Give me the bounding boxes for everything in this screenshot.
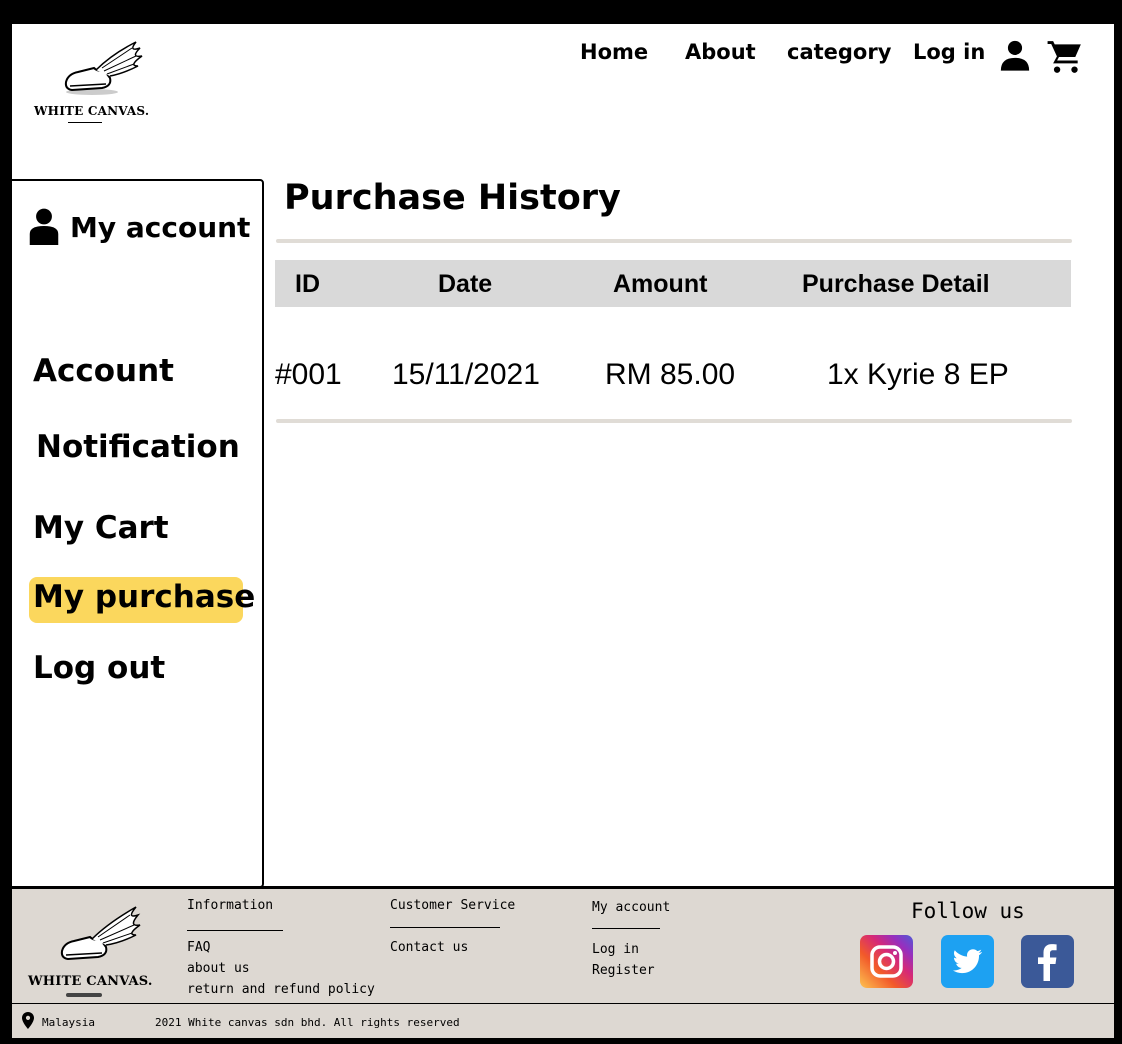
footer-divider	[592, 928, 660, 929]
footer-customer-service-title: Customer Service	[390, 898, 516, 913]
column-header-date: Date	[438, 270, 493, 298]
footer-brand-name: WHITE CANVAS.	[28, 974, 153, 989]
winged-shoe-logo-icon	[64, 41, 143, 95]
title-divider	[276, 239, 1072, 243]
person-icon	[28, 207, 60, 249]
cell-purchase-detail: 1x Kyrie 8 EP	[827, 358, 1009, 391]
footer-brand-bar	[66, 993, 102, 997]
footer-link-about-us[interactable]: about us	[187, 961, 250, 976]
sidebar-item-log-out[interactable]: Log out	[33, 650, 165, 686]
sidebar-item-notification[interactable]: Notification	[36, 429, 240, 465]
winged-shoe-logo-icon	[60, 906, 141, 961]
column-header-amount: Amount	[613, 270, 708, 298]
column-header-purchase-detail: Purchase Detail	[802, 270, 990, 298]
footer: WHITE CANVAS. Information FAQ about us r…	[12, 886, 1114, 1038]
footer-link-log-in[interactable]: Log in	[592, 942, 639, 957]
footer-link-register[interactable]: Register	[592, 963, 655, 978]
footer-link-contact-us[interactable]: Contact us	[390, 940, 468, 955]
facebook-icon[interactable]	[1021, 935, 1074, 988]
footer-link-return-policy[interactable]: return and refund policy	[187, 982, 375, 997]
footer-my-account-title: My account	[592, 900, 671, 915]
footer-link-faq[interactable]: FAQ	[187, 940, 210, 955]
page-title: Purchase History	[284, 178, 621, 218]
cell-id: #001	[275, 358, 342, 391]
brand-underline	[68, 122, 102, 123]
sidebar-item-my-purchase[interactable]: My purchase	[29, 577, 255, 623]
instagram-icon[interactable]	[860, 935, 913, 988]
user-icon[interactable]	[998, 38, 1032, 76]
column-header-id: ID	[295, 270, 320, 298]
table-divider	[276, 419, 1072, 423]
footer-brand-logo[interactable]: WHITE CANVAS.	[28, 901, 152, 997]
nav-about[interactable]: About	[685, 40, 756, 64]
sidebar-item-my-cart[interactable]: My Cart	[33, 510, 169, 546]
nav-login[interactable]: Log in	[913, 40, 985, 64]
location-pin-icon	[22, 1012, 34, 1033]
sidebar-title: My account	[70, 211, 251, 244]
footer-copyright: 2021 White canvas sdn bhd. All rights re…	[155, 1016, 460, 1029]
follow-us-title: Follow us	[911, 899, 1025, 923]
footer-information-title: Information	[187, 898, 274, 913]
cell-date: 15/11/2021	[392, 358, 540, 391]
brand-logo[interactable]: WHITE CANVAS.	[32, 34, 152, 129]
cart-icon[interactable]	[1045, 38, 1085, 80]
nav-home[interactable]: Home	[580, 40, 648, 64]
twitter-icon[interactable]	[941, 935, 994, 988]
table-header: ID Date Amount Purchase Detail	[275, 260, 1071, 307]
footer-bottom-bar: Malaysia 2021 White canvas sdn bhd. All …	[12, 1003, 1114, 1038]
footer-divider	[390, 927, 500, 928]
cell-amount: RM 85.00	[605, 358, 736, 391]
footer-location: Malaysia	[42, 1016, 95, 1029]
brand-name: WHITE CANVAS.	[34, 104, 150, 118]
footer-divider	[187, 930, 283, 931]
nav-category[interactable]: category	[787, 40, 891, 64]
sidebar-item-account[interactable]: Account	[33, 353, 174, 389]
account-sidebar: My account Account Notification My Cart …	[12, 179, 264, 888]
page: WHITE CANVAS. Home About category Log in…	[12, 24, 1114, 1038]
